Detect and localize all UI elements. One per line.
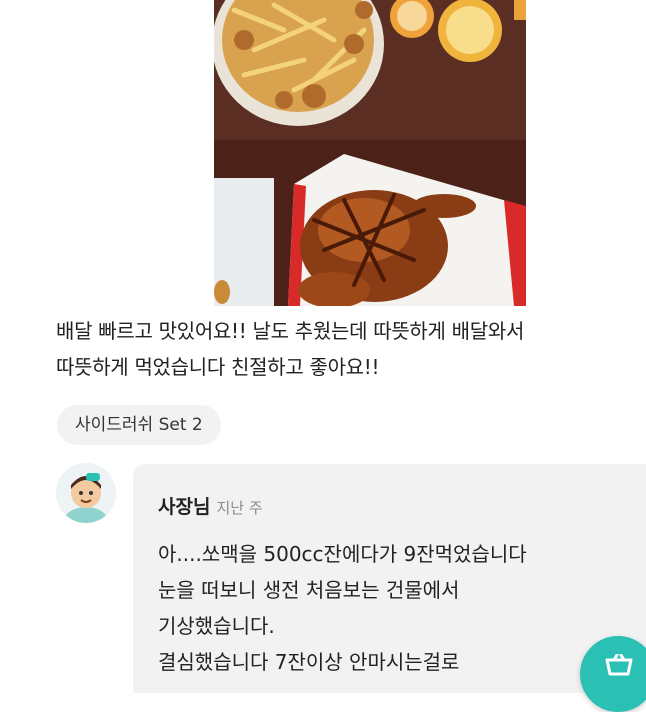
menu-tag[interactable]: 사이드러쉬 Set 2 [57,405,221,445]
owner-reply-header: 사장님 지난 주 [158,492,263,519]
reply-text-line: 눈을 떠보니 생전 처음보는 건물에서 [158,578,460,602]
cart-icon [605,654,633,676]
reply-text-line: 기상했습니다. [158,614,275,638]
review-text-line: 따뜻하게 먹었습니다 친절하고 좋아요!! [56,355,380,379]
reply-text-line: 아....쏘맥을 500cc잔에다가 9잔먹었습니다 [158,542,527,566]
review-text: 배달 빠르고 맛있어요!! 날도 추웠는데 따뜻하게 배달와서 따뜻하게 먹었습… [56,313,646,385]
owner-reply: 사장님 지난 주 아....쏘맥을 500cc잔에다가 9잔먹었습니다 눈을 떠보… [133,464,646,693]
cart-button[interactable] [580,636,646,712]
reply-time: 지난 주 [216,499,263,517]
owner-avatar-icon [56,463,116,523]
owner-name: 사장님 [158,496,211,518]
review-text-line: 배달 빠르고 맛있어요!! 날도 추웠는데 따뜻하게 배달와서 [56,319,525,343]
owner-reply-text: 아....쏘맥을 500cc잔에다가 9잔먹었습니다 눈을 떠보니 생전 처음보… [158,536,527,680]
reply-text-line: 결심했습니다 7잔이상 안마시는걸로 [158,650,460,674]
food-photo [214,0,526,306]
review-photo[interactable] [214,0,526,306]
